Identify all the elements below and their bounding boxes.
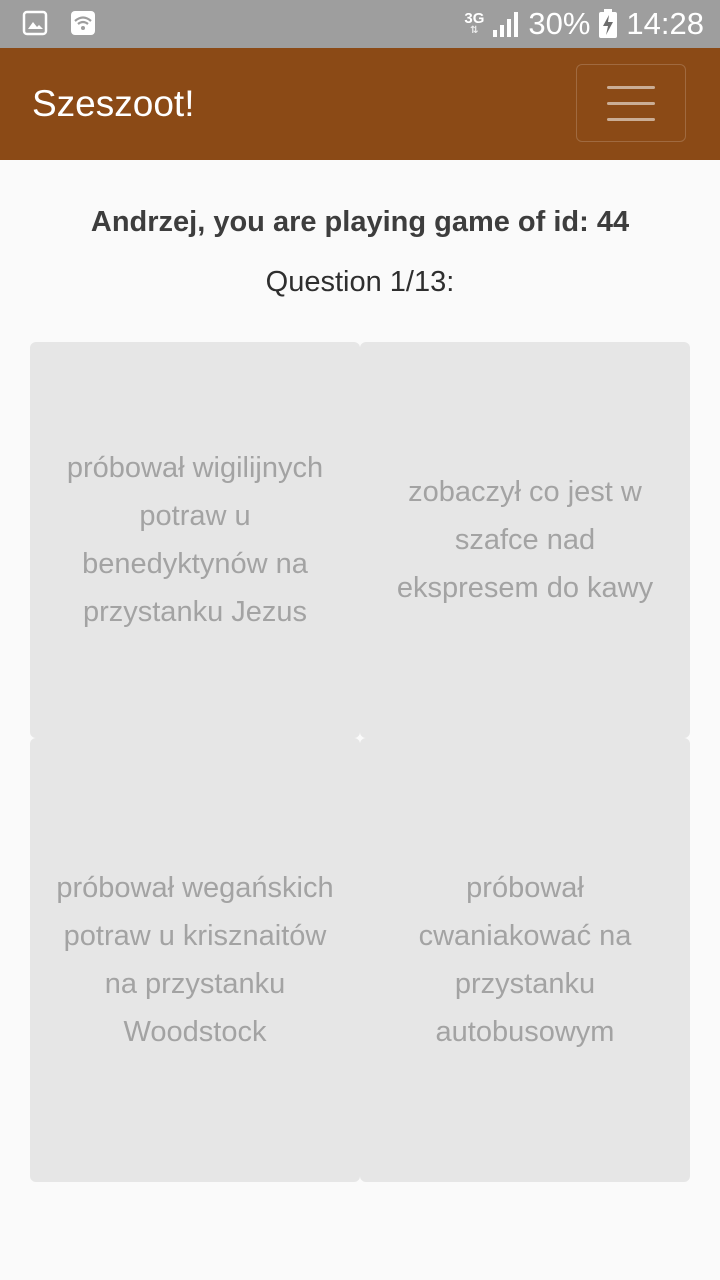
status-bar: 3G ⇅ 30% 14:28 bbox=[0, 0, 720, 48]
data-arrows-icon: ⇅ bbox=[470, 25, 479, 36]
hamburger-menu-icon bbox=[607, 117, 655, 121]
game-heading: Andrzej, you are playing game of id: 44 bbox=[90, 206, 630, 238]
answer-option-1[interactable]: próbował wigilijnych potraw u benedyktyn… bbox=[30, 342, 360, 738]
wifi-icon bbox=[71, 11, 95, 35]
network-type-indicator: 3G ⇅ bbox=[464, 10, 485, 36]
answer-option-2[interactable]: zobaczył co jest w szafce nad ekspresem … bbox=[360, 342, 690, 738]
brand-title[interactable]: Szeszoot! bbox=[32, 48, 194, 160]
menu-toggle-button[interactable] bbox=[576, 64, 686, 142]
answer-label: zobaczył co jest w szafce nad ekspresem … bbox=[396, 476, 654, 604]
question-counter: Question 1/13: bbox=[265, 266, 455, 298]
answer-label: próbował cwaniakować na przystanku autob… bbox=[418, 872, 632, 1048]
answer-option-3[interactable]: próbował wegańskich potraw u krisznaitów… bbox=[30, 738, 360, 1182]
navbar: Szeszoot! bbox=[0, 48, 720, 160]
answer-option-4[interactable]: próbował cwaniakować na przystanku autob… bbox=[360, 738, 690, 1182]
answer-label: próbował wegańskich potraw u krisznaitów… bbox=[56, 872, 334, 1048]
image-icon bbox=[22, 10, 48, 36]
clock: 14:28 bbox=[626, 6, 704, 41]
answer-label: próbował wigilijnych potraw u benedyktyn… bbox=[66, 452, 324, 628]
battery-percentage: 30% bbox=[528, 6, 591, 41]
hamburger-menu-icon bbox=[607, 85, 655, 89]
signal-icon bbox=[493, 12, 519, 37]
hamburger-menu-icon bbox=[607, 101, 655, 105]
battery-charging-icon bbox=[599, 9, 618, 38]
